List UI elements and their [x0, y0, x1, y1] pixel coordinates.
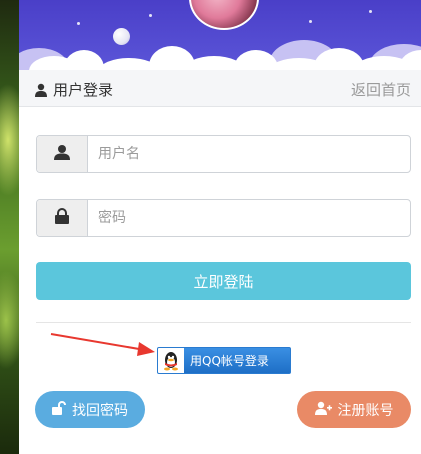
login-button-label: 立即登陆 — [193, 272, 254, 291]
register-label: 注册账号 — [337, 402, 394, 419]
find-password-label: 找回密码 — [72, 402, 128, 419]
qq-login-label: 用QQ帐号登录 — [190, 354, 269, 368]
register-button[interactable]: 注册账号 — [297, 391, 411, 428]
lock-icon — [55, 208, 69, 228]
star-icon — [149, 14, 152, 17]
back-home-link[interactable]: 返回首页 — [351, 79, 411, 100]
qq-penguin-icon — [158, 348, 184, 373]
user-plus-icon — [314, 401, 332, 419]
unlock-icon — [52, 400, 66, 419]
login-button[interactable]: 立即登陆 — [36, 262, 411, 300]
username-input[interactable] — [88, 136, 410, 172]
moon-icon — [113, 28, 130, 45]
password-addon — [37, 200, 88, 236]
user-icon — [54, 144, 70, 164]
divider — [36, 322, 411, 323]
password-group — [36, 199, 411, 237]
username-addon — [37, 136, 88, 172]
qq-login-button[interactable]: 用QQ帐号登录 — [157, 347, 291, 374]
password-input[interactable] — [88, 200, 410, 236]
panel-title-text: 用户登录 — [53, 81, 114, 99]
username-group — [36, 135, 411, 173]
panel-header: 用户登录 返回首页 — [19, 70, 421, 107]
star-icon — [77, 22, 80, 25]
star-icon — [309, 20, 312, 23]
header-banner — [19, 0, 421, 70]
star-icon — [369, 10, 372, 13]
find-password-button[interactable]: 找回密码 — [35, 391, 145, 428]
panel-title: 用户登录 — [35, 79, 113, 100]
user-icon — [35, 83, 47, 97]
avatar — [189, 0, 259, 30]
annotation-arrow-icon — [49, 328, 159, 362]
cloud-icon — [64, 50, 104, 70]
login-card: 用户登录 返回首页 立即登陆 — [19, 0, 421, 454]
